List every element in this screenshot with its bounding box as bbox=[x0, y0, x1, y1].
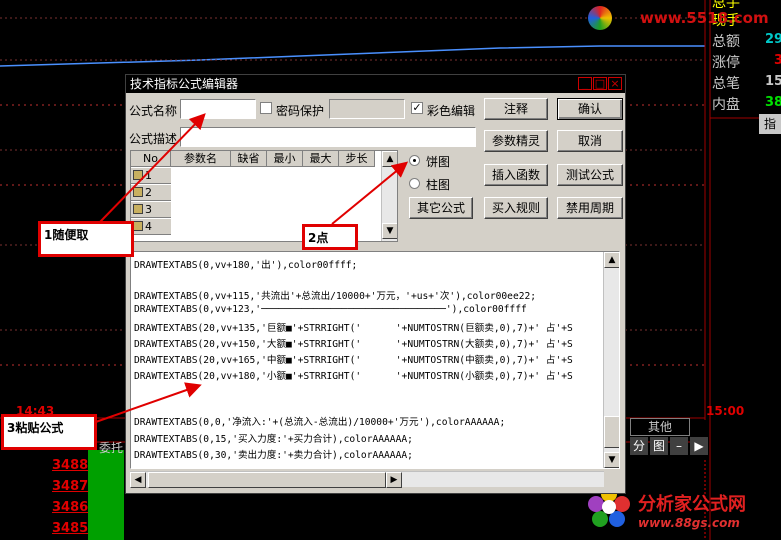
disable-period-button[interactable]: 禁用周期 bbox=[557, 197, 623, 219]
site-watermark-top: www.5518.com bbox=[640, 9, 769, 27]
close-icon[interactable]: × bbox=[608, 77, 622, 90]
formula-desc-label: 公式描述 bbox=[129, 132, 178, 146]
column-header: 最小 bbox=[267, 151, 303, 167]
scroll-up-icon[interactable]: ▲ bbox=[604, 252, 619, 268]
bar-radio-label: 柱图 bbox=[426, 178, 451, 192]
code-line: DRAWTEXTABS(0,vv+115,'共流出'+总流出/10000+'万元… bbox=[134, 291, 537, 302]
site-logo-icon bbox=[588, 6, 612, 30]
param-table-scrollbar[interactable]: ▲ ▼ bbox=[381, 151, 397, 241]
play-icon[interactable]: ▶ bbox=[690, 437, 708, 455]
code-line: DRAWTEXTABS(20,vv+165,'中额■'+STRRIGHT(' '… bbox=[134, 355, 573, 366]
column-header: 参数名 bbox=[171, 151, 231, 167]
insert-function-button[interactable]: 插入函数 bbox=[484, 164, 548, 186]
scroll-up-icon[interactable]: ▲ bbox=[382, 151, 397, 167]
param-wizard-button[interactable]: 参数精灵 bbox=[484, 130, 548, 152]
site-watermark-url: www.88gs.com bbox=[638, 516, 740, 530]
others-toolbar: 分 图 – ▶ bbox=[630, 437, 708, 455]
price-level: 3486 bbox=[52, 500, 89, 515]
price-level: 3487 bbox=[52, 479, 89, 494]
scroll-thumb[interactable] bbox=[604, 416, 619, 448]
table-row[interactable]: 2 bbox=[131, 185, 171, 201]
quote-value: 15 bbox=[765, 74, 781, 89]
table-row[interactable]: 4 bbox=[131, 219, 171, 235]
formula-name-input[interactable] bbox=[180, 99, 256, 119]
code-line: DRAWTEXTABS(20,vv+135,'巨额■'+STRRIGHT(' '… bbox=[134, 323, 573, 334]
row-icon bbox=[133, 170, 143, 180]
formula-desc-input[interactable] bbox=[180, 127, 476, 147]
quote-value: 38 bbox=[765, 95, 781, 110]
row-icon bbox=[133, 204, 143, 214]
chart-mode-button[interactable]: 图 bbox=[650, 437, 668, 455]
row-icon bbox=[133, 187, 143, 197]
quote-label: 总笔 bbox=[712, 76, 740, 92]
buy-rule-button[interactable]: 买入规则 bbox=[484, 197, 548, 219]
pie-radio-label: 饼图 bbox=[426, 155, 451, 169]
annotation-step3: 3粘贴公式 bbox=[1, 414, 97, 450]
other-formula-button[interactable]: 其它公式 bbox=[409, 197, 473, 219]
order-label: 委托 bbox=[99, 441, 124, 455]
column-header: 步长 bbox=[339, 151, 375, 167]
scroll-right-icon[interactable]: ▶ bbox=[386, 472, 402, 488]
quote-value: 29 bbox=[765, 32, 781, 47]
side-tab[interactable]: 指 bbox=[759, 114, 781, 134]
password-label: 密码保护 bbox=[276, 104, 325, 118]
code-line: DRAWTEXTABS(20,vv+180,'小额■'+STRRIGHT(' '… bbox=[134, 371, 573, 382]
password-input[interactable] bbox=[329, 99, 405, 119]
row-icon bbox=[133, 221, 143, 231]
others-tab[interactable]: 其他 bbox=[630, 418, 690, 436]
color-edit-checkbox[interactable]: ✓ bbox=[411, 102, 423, 114]
chart-mode-button[interactable]: 分 bbox=[630, 437, 648, 455]
formula-name-label: 公式名称 bbox=[129, 104, 178, 118]
quote-label: 涨停 bbox=[712, 55, 740, 71]
comment-button[interactable]: 注释 bbox=[484, 98, 548, 120]
pie-radio[interactable] bbox=[409, 155, 420, 166]
minimize-icon[interactable]: _ bbox=[578, 77, 592, 90]
dialog-title: 技术指标公式编辑器 bbox=[126, 75, 625, 93]
scroll-down-icon[interactable]: ▼ bbox=[604, 452, 619, 468]
price-level: 3485 bbox=[52, 521, 89, 536]
code-line: DRAWTEXTABS(0,15,'买入力度:'+买力合计),colorAAAA… bbox=[134, 434, 413, 445]
code-vertical-scrollbar[interactable]: ▲ ▼ bbox=[603, 252, 619, 468]
color-edit-label: 彩色编辑 bbox=[427, 104, 476, 118]
formula-code-editor[interactable]: DRAWTEXTABS(0,vv+180,'出'),color00ffff; D… bbox=[130, 251, 620, 469]
site-watermark-title: 分析家公式网 bbox=[638, 494, 746, 515]
code-line: DRAWTEXTABS(0,vv+123,'──────────────────… bbox=[134, 304, 527, 315]
column-header: 缺省 bbox=[231, 151, 267, 167]
scroll-thumb[interactable] bbox=[148, 472, 386, 488]
test-formula-button[interactable]: 测试公式 bbox=[557, 164, 623, 186]
code-line: DRAWTEXTABS(0,0,'净流入:'+(总流入-总流出)/10000+'… bbox=[134, 417, 506, 428]
zoom-out-button[interactable]: – bbox=[670, 437, 688, 455]
price-level: 3488 bbox=[52, 458, 89, 473]
code-horizontal-scrollbar[interactable]: ◀ ▶ bbox=[130, 471, 604, 488]
password-checkbox[interactable] bbox=[260, 102, 272, 114]
code-line: DRAWTEXTABS(20,vv+150,'大额■'+STRRIGHT(' '… bbox=[134, 339, 573, 350]
time-end-label: 15:00 bbox=[706, 404, 745, 418]
quote-label: 内盘 bbox=[712, 97, 740, 113]
annotation-step1: 1随便取 bbox=[38, 221, 134, 257]
table-row[interactable]: 3 bbox=[131, 202, 171, 218]
scroll-down-icon[interactable]: ▼ bbox=[382, 223, 397, 239]
ok-button[interactable]: 确认 bbox=[557, 98, 623, 120]
bar-radio[interactable] bbox=[409, 178, 420, 189]
annotation-step2: 2点 bbox=[302, 224, 358, 250]
scroll-left-icon[interactable]: ◀ bbox=[130, 472, 146, 488]
cancel-button[interactable]: 取消 bbox=[557, 130, 623, 152]
quote-value: 3 bbox=[774, 53, 781, 68]
formula-editor-dialog: 技术指标公式编辑器 _ □ × 公式名称 密码保护 ✓ 彩色编辑 注释 确认 公… bbox=[125, 74, 626, 494]
code-line: DRAWTEXTABS(0,vv+180,'出'),color00ffff; bbox=[134, 260, 358, 271]
column-header: 最大 bbox=[303, 151, 339, 167]
code-line: DRAWTEXTABS(0,30,'卖出力度:'+卖力合计),colorAAAA… bbox=[134, 450, 413, 461]
table-row[interactable]: 1 bbox=[131, 168, 171, 184]
maximize-icon[interactable]: □ bbox=[593, 77, 607, 90]
quote-label: 总额 bbox=[712, 34, 740, 50]
column-header: No bbox=[131, 151, 171, 167]
